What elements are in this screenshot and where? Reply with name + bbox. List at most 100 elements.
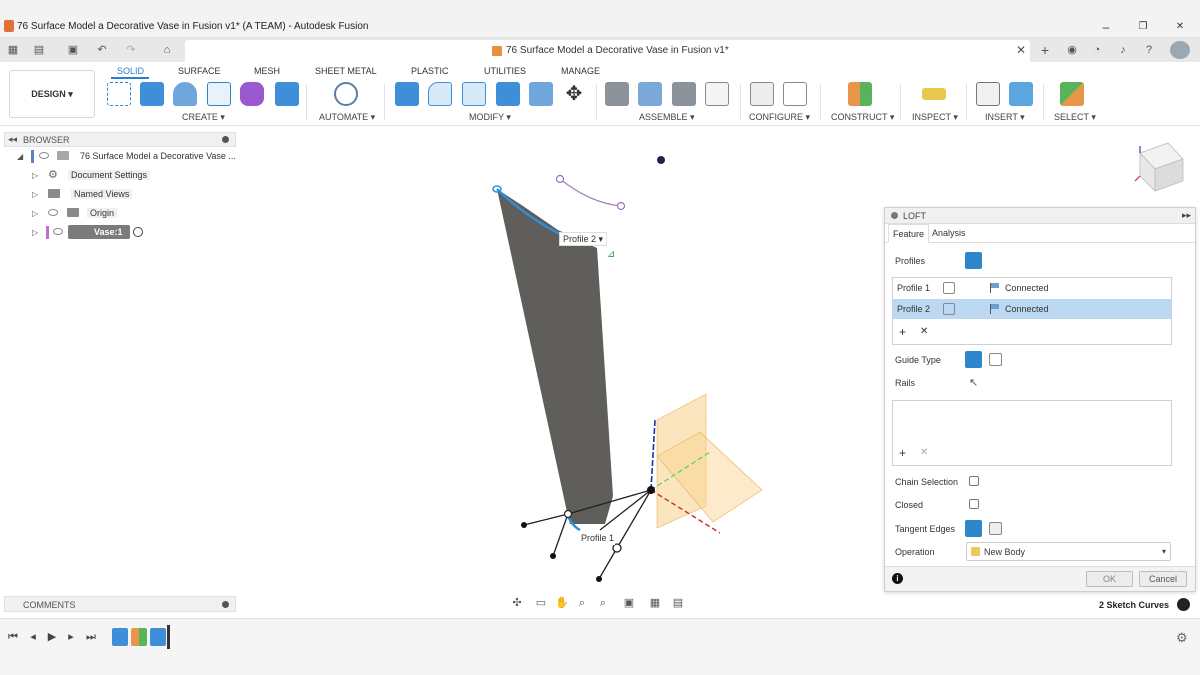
workspace-switcher-button[interactable]: DESIGN ▾ bbox=[9, 70, 95, 118]
grid-icon[interactable]: ▦ bbox=[648, 596, 662, 610]
tab-utilities[interactable]: UTILITIES bbox=[484, 66, 526, 76]
undo-icon[interactable]: ↶ bbox=[93, 42, 111, 58]
go-to-end-icon[interactable]: ⏭ bbox=[84, 630, 98, 644]
minimize-button[interactable]: – bbox=[1092, 18, 1120, 36]
sketch-arc[interactable] bbox=[559, 178, 622, 207]
construct-group-label[interactable]: CONSTRUCT ▾ bbox=[831, 112, 894, 123]
operation-select[interactable]: New Body ▾ bbox=[966, 542, 1171, 561]
comments-panel[interactable]: COMMENTS bbox=[4, 596, 236, 612]
expand-triangle-icon[interactable]: ▷ bbox=[32, 228, 38, 237]
play-icon[interactable]: ▶ bbox=[45, 630, 59, 644]
configure-icon[interactable] bbox=[750, 82, 774, 106]
step-forward-icon[interactable]: ▸ bbox=[64, 630, 78, 644]
closed-checkbox[interactable] bbox=[969, 499, 979, 509]
maximize-button[interactable]: ❐ bbox=[1129, 18, 1157, 36]
guide-type-centerline-icon[interactable] bbox=[989, 353, 1002, 366]
new-component-icon[interactable] bbox=[605, 82, 629, 106]
browser-item-origin[interactable]: ▷ Origin bbox=[4, 204, 236, 223]
tab-surface[interactable]: SURFACE bbox=[178, 66, 221, 76]
expand-triangle-icon[interactable]: ▷ bbox=[32, 171, 38, 180]
combine-icon[interactable] bbox=[496, 82, 520, 106]
go-to-start-icon[interactable]: ⏮ bbox=[6, 630, 20, 644]
joint-icon[interactable] bbox=[638, 82, 662, 106]
remove-profile-button[interactable]: ✕ bbox=[920, 326, 928, 337]
offset-face-icon[interactable] bbox=[529, 82, 553, 106]
look-at-icon[interactable]: ▭ bbox=[534, 596, 548, 610]
sweep-icon[interactable] bbox=[207, 82, 231, 106]
profile-2-label[interactable]: Profile 2 ▾ bbox=[559, 232, 607, 246]
extensions-icon[interactable]: ◉ bbox=[1063, 42, 1081, 58]
create-group-label[interactable]: CREATE ▾ bbox=[182, 112, 225, 123]
sketch-point[interactable] bbox=[647, 486, 655, 494]
sketch-line[interactable] bbox=[552, 513, 569, 557]
zoom-icon[interactable]: ⌕ bbox=[575, 596, 589, 610]
browser-item-vase[interactable]: ▷ Vase:1 bbox=[4, 223, 236, 242]
box-icon[interactable] bbox=[275, 82, 299, 106]
tab-sheet-metal[interactable]: SHEET METAL bbox=[315, 66, 377, 76]
loft-dialog-pin-icon[interactable] bbox=[891, 212, 898, 219]
sketch-point[interactable] bbox=[521, 522, 527, 528]
home-icon[interactable]: ⌂ bbox=[158, 42, 176, 58]
expand-triangle-icon[interactable]: ▷ bbox=[32, 209, 38, 218]
automate-group-label[interactable]: AUTOMATE ▾ bbox=[319, 112, 375, 123]
sketch-point[interactable] bbox=[563, 509, 573, 519]
cancel-button[interactable]: Cancel bbox=[1139, 571, 1187, 587]
profile-end-condition-icon[interactable] bbox=[943, 282, 955, 294]
sketch-point[interactable] bbox=[612, 543, 622, 553]
redo-icon[interactable]: ↷ bbox=[122, 42, 140, 58]
insert-derive-icon[interactable] bbox=[976, 82, 1000, 106]
tangent-edges-keep-icon[interactable] bbox=[989, 522, 1002, 535]
timeline-settings-gear-icon[interactable]: ⚙ bbox=[1176, 630, 1188, 646]
save-icon[interactable]: ▣ bbox=[64, 42, 82, 58]
browser-item-named-views[interactable]: ▷ Named Views bbox=[4, 185, 236, 204]
loft-add-profile-icon[interactable]: ⊿ bbox=[607, 249, 619, 261]
timeline-sketch-feature[interactable] bbox=[150, 628, 166, 646]
profile-row-selected[interactable]: Profile 2 Connected bbox=[893, 299, 1171, 319]
timeline-marker[interactable] bbox=[167, 625, 170, 649]
configure-group-label[interactable]: CONFIGURE ▾ bbox=[749, 112, 810, 123]
collapse-browser-icon[interactable]: ◂◂ bbox=[8, 134, 17, 145]
sketch-arc-endpoint[interactable] bbox=[616, 201, 626, 211]
notifications-bell-icon[interactable]: ♪ bbox=[1114, 42, 1132, 58]
document-tab[interactable]: 76 Surface Model a Decorative Vase in Fu… bbox=[185, 40, 1030, 62]
browser-root-row[interactable]: ◢ 76 Surface Model a Decorative Vase ... bbox=[4, 147, 236, 166]
as-built-joint-icon[interactable] bbox=[672, 82, 696, 106]
profile-end-condition-icon[interactable] bbox=[943, 303, 955, 315]
revolve-icon[interactable] bbox=[173, 82, 197, 106]
new-tab-plus-icon[interactable]: + bbox=[1036, 42, 1054, 58]
profile-row[interactable]: Profile 1 Connected bbox=[893, 278, 1171, 298]
fillet-icon[interactable] bbox=[428, 82, 452, 106]
close-window-button[interactable]: ✕ bbox=[1166, 18, 1194, 36]
profiles-select-button[interactable] bbox=[965, 252, 982, 269]
profile-2-dropdown-icon[interactable]: ▾ bbox=[596, 234, 604, 244]
modify-group-label[interactable]: MODIFY ▾ bbox=[469, 112, 511, 123]
sketch-line[interactable] bbox=[523, 513, 569, 526]
collapse-triangle-icon[interactable]: ◢ bbox=[17, 152, 23, 161]
browser-pin-icon[interactable] bbox=[222, 136, 229, 143]
loft-header[interactable]: LOFT ▸▸ bbox=[885, 208, 1195, 224]
add-profile-button[interactable]: + bbox=[899, 325, 906, 339]
display-settings-icon[interactable]: ▣ bbox=[622, 596, 636, 610]
press-pull-icon[interactable] bbox=[395, 82, 419, 106]
ok-button[interactable]: OK bbox=[1086, 571, 1133, 587]
sketch-arc-endpoint[interactable] bbox=[555, 174, 565, 184]
tab-analysis[interactable]: Analysis bbox=[928, 224, 970, 243]
rails-select-cursor-icon[interactable]: ↖ bbox=[969, 376, 978, 389]
comments-pin-icon[interactable] bbox=[222, 601, 229, 608]
create-sketch-icon[interactable] bbox=[107, 82, 131, 106]
orbit-icon[interactable]: ✣ bbox=[510, 596, 524, 610]
extrude-icon[interactable] bbox=[140, 82, 164, 106]
automate-icon[interactable] bbox=[334, 82, 358, 106]
activate-component-radio-icon[interactable] bbox=[133, 227, 143, 237]
select-icon[interactable] bbox=[1060, 82, 1084, 106]
configuration-table-icon[interactable] bbox=[783, 82, 807, 106]
visibility-eye-icon[interactable] bbox=[39, 152, 49, 159]
sketch-point[interactable] bbox=[596, 576, 602, 582]
remove-rail-button[interactable]: ✕ bbox=[920, 447, 928, 458]
guide-type-rails-button[interactable] bbox=[965, 351, 982, 368]
pan-hand-icon[interactable]: ✋ bbox=[555, 596, 569, 610]
browser-item-document-settings[interactable]: ▷ ⚙ Document Settings bbox=[4, 166, 236, 185]
insert-group-label[interactable]: INSERT ▾ bbox=[985, 112, 1025, 123]
inspect-group-label[interactable]: INSPECT ▾ bbox=[912, 112, 958, 123]
fit-icon[interactable]: ⌕ bbox=[596, 596, 610, 610]
